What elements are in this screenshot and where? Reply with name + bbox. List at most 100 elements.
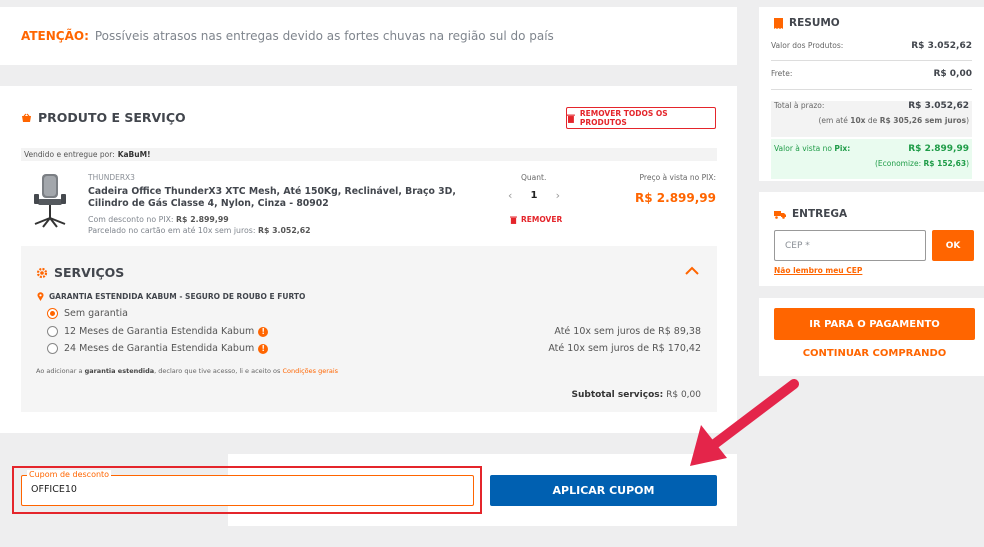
go-to-payment-button[interactable]: IR PARA O PAGAMENTO [774,308,975,340]
shipping-value: R$ 0,00 [933,69,972,79]
info-icon[interactable]: ! [258,343,269,354]
total-note-prefix: (em até [818,116,848,125]
summary-title: RESUMO [774,17,840,29]
product-section-title-text: PRODUTO E SERVIÇO [38,110,186,125]
seller-info: Vendido e entregue por: KaBuM! [21,148,717,161]
cep-input[interactable]: CEP * [774,230,926,261]
divider [771,89,972,90]
pix-label-prefix: Valor à vista no [774,144,832,153]
radio[interactable] [47,343,58,354]
decrease-quantity-icon[interactable]: ‹ [508,189,512,202]
products-label: Valor dos Produtos: [771,41,844,50]
radio[interactable] [47,326,58,337]
coupon-value: OFFICE10 [31,484,77,495]
services-subtotal: Subtotal serviços: R$ 0,00 [571,390,701,400]
delivery-title-text: ENTREGA [792,208,848,220]
products-value: R$ 3.052,62 [911,41,972,51]
delivery-card: ENTREGA CEP * OK Não lembro meu CEP [759,192,984,286]
seller-name: KaBuM! [117,150,151,159]
remove-item-label: REMOVER [521,215,563,224]
guarantee-option-12[interactable]: 12 Meses de Garantia Estendida Kabum ! [47,326,269,337]
product-brand: THUNDERX3 [88,173,135,182]
installment-line: Parcelado no cartão em até 10x sem juros… [88,226,311,235]
terms-middle: , declaro que tive acesso, li e aceito o… [154,367,281,375]
total-note: (em até 10x de R$ 305,26 sem juros) [818,116,969,125]
increase-quantity-icon[interactable]: › [556,189,560,202]
remove-all-label: REMOVER TODOS OS PRODUTOS [579,109,668,127]
product-section: PRODUTO E SERVIÇO REMOVER TODOS OS PRODU… [0,86,737,433]
alert-label: ATENÇÃO: [21,29,89,43]
truck-icon [774,210,786,219]
terms-link[interactable]: Condições gerais [283,367,339,375]
apply-coupon-button[interactable]: APLICAR CUPOM [490,475,717,506]
total-row: Total à prazo: R$ 3.052,62 [774,101,969,111]
subtotal-value: R$ 0,00 [666,390,701,400]
pix-price: R$ 2.899,99 [635,191,716,205]
shipping-row: Frete: R$ 0,00 [771,69,972,79]
product-name[interactable]: Cadeira Office ThunderX3 XTC Mesh, Até 1… [88,186,493,210]
chevron-up-icon[interactable] [685,266,699,275]
guarantee-title-text: GARANTIA ESTENDIDA KABUM - SEGURO DE ROU… [49,292,306,301]
radio-selected[interactable] [47,308,58,319]
guarantee-title: GARANTIA ESTENDIDA KABUM - SEGURO DE ROU… [37,292,305,301]
pix-box: Valor à vista no Pix: R$ 2.899,99 (Econo… [771,139,972,179]
save-suffix: ) [966,159,969,168]
installment-value: R$ 3.052,62 [257,226,311,235]
product-image[interactable] [29,172,71,230]
total-note-installments: 10x [850,116,866,125]
pix-discount-value: R$ 2.899,99 [176,215,229,224]
remove-all-products-button[interactable]: REMOVER TODOS OS PRODUTOS [566,107,716,129]
cep-ok-button[interactable]: OK [932,230,974,261]
terms-bold: garantia estendida [84,367,155,375]
remove-item-button[interactable]: REMOVER [510,215,562,224]
coupon-input[interactable] [21,475,474,506]
quantity-label: Quant. [521,173,547,182]
product-section-title: PRODUTO E SERVIÇO [21,110,186,125]
quantity-stepper: ‹ 1 › [508,189,560,202]
alert-message: Possíveis atrasos nas entregas devido as… [94,29,554,43]
summary-title-text: RESUMO [789,17,840,29]
subtotal-label: Subtotal serviços: [571,390,664,400]
total-label: Total à prazo: [774,101,825,110]
summary-card: RESUMO Valor dos Produtos: R$ 3.052,62 F… [759,7,984,181]
option-price: Até 10x sem juros de R$ 89,38 [554,326,701,337]
guarantee-option-none[interactable]: Sem garantia [47,308,128,319]
divider [771,60,972,61]
services-title-text: SERVIÇOS [54,265,125,280]
total-note-amount: R$ 305,26 sem juros [879,116,967,125]
pix-row: Valor à vista no Pix: R$ 2.899,99 [774,144,969,154]
coupon-label: Cupom de desconto [27,470,112,479]
pix-savings: (Economize: R$ 152,63) [875,159,969,168]
gear-icon [36,267,48,278]
installment-label: Parcelado no cartão em até 10x sem juros… [88,226,256,235]
total-note-suffix: ) [966,116,969,125]
guarantee-terms: Ao adicionar a garantia estendida, decla… [36,367,338,375]
services-title: SERVIÇOS [36,265,124,280]
continue-shopping-button[interactable]: CONTINUAR COMPRANDO [774,348,975,359]
seller-prefix: Vendido e entregue por: [24,150,115,159]
basket-icon [22,113,31,122]
save-value: R$ 152,63 [923,159,967,168]
total-box: Total à prazo: R$ 3.052,62 (em até 10x d… [771,101,972,137]
option-label: 24 Meses de Garantia Estendida Kabum [64,343,255,354]
info-icon[interactable]: ! [258,326,269,337]
pix-price-label: Preço à vista no PIX: [639,173,716,182]
services-panel: SERVIÇOS GARANTIA ESTENDIDA KABUM - SEGU… [21,246,717,412]
pix-label-bold: Pix: [834,144,851,153]
location-pin-icon [37,292,44,301]
quantity-value: 1 [530,190,538,201]
actions-card: IR PARA O PAGAMENTO CONTINUAR COMPRANDO [759,298,984,376]
shipping-label: Frete: [771,69,793,78]
option-label: Sem garantia [64,308,128,319]
forgot-cep-link[interactable]: Não lembro meu CEP [774,266,862,275]
products-value-row: Valor dos Produtos: R$ 3.052,62 [771,41,972,51]
option-price: Até 10x sem juros de R$ 170,42 [548,343,701,354]
pix-discount-line: Com desconto no PIX: R$ 2.899,99 [88,215,229,224]
guarantee-option-24[interactable]: 24 Meses de Garantia Estendida Kabum ! [47,343,269,354]
trash-icon [510,216,517,224]
terms-prefix: Ao adicionar a [36,367,83,375]
receipt-icon [774,17,783,29]
save-prefix: (Economize: [874,159,922,168]
total-value: R$ 3.052,62 [908,101,969,111]
delivery-title: ENTREGA [774,208,847,220]
